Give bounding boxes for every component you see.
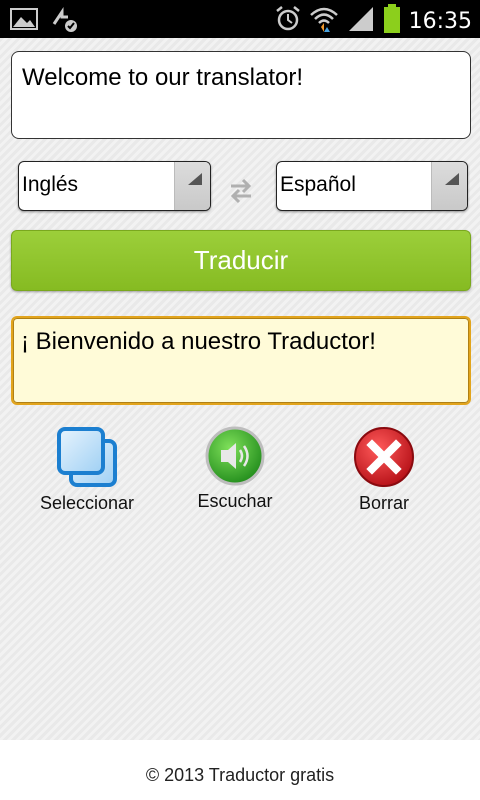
source-text: Welcome to our translator! <box>22 64 304 91</box>
translation-output: ¡ Bienvenido a nuestro Traductor! <box>11 316 471 405</box>
alarm-icon <box>275 5 301 37</box>
dropdown-arrow-icon <box>431 162 467 210</box>
target-language-select[interactable]: Español <box>276 161 468 211</box>
image-icon <box>10 6 38 38</box>
signal-icon <box>347 5 375 37</box>
clear-button[interactable]: Borrar <box>348 425 420 514</box>
battery-icon <box>383 4 401 38</box>
dropdown-arrow-icon <box>174 162 210 210</box>
sync-icon <box>50 6 80 38</box>
status-bar: 16:35 <box>0 0 480 38</box>
wifi-icon <box>309 5 339 37</box>
source-language-label: Inglés <box>22 173 79 196</box>
copy-icon <box>55 425 119 493</box>
close-icon <box>352 425 416 493</box>
clear-label: Borrar <box>358 493 409 513</box>
translate-button[interactable]: Traducir <box>11 230 471 291</box>
speaker-icon <box>204 425 266 491</box>
source-text-input[interactable]: Welcome to our translator! <box>11 51 471 139</box>
listen-label: Escuchar <box>197 491 273 511</box>
source-language-select[interactable]: Inglés <box>18 161 211 211</box>
select-button[interactable]: Seleccionar <box>32 425 142 514</box>
target-language-label: Español <box>280 173 356 196</box>
listen-button[interactable]: Escuchar <box>188 425 282 512</box>
translation-text: ¡ Bienvenido a nuestro Traductor! <box>21 328 376 355</box>
swap-languages-icon[interactable] <box>229 177 253 209</box>
clock: 16:35 <box>408 8 472 34</box>
select-label: Seleccionar <box>39 493 135 513</box>
footer-copyright: © 2013 Traductor gratis <box>0 740 480 800</box>
